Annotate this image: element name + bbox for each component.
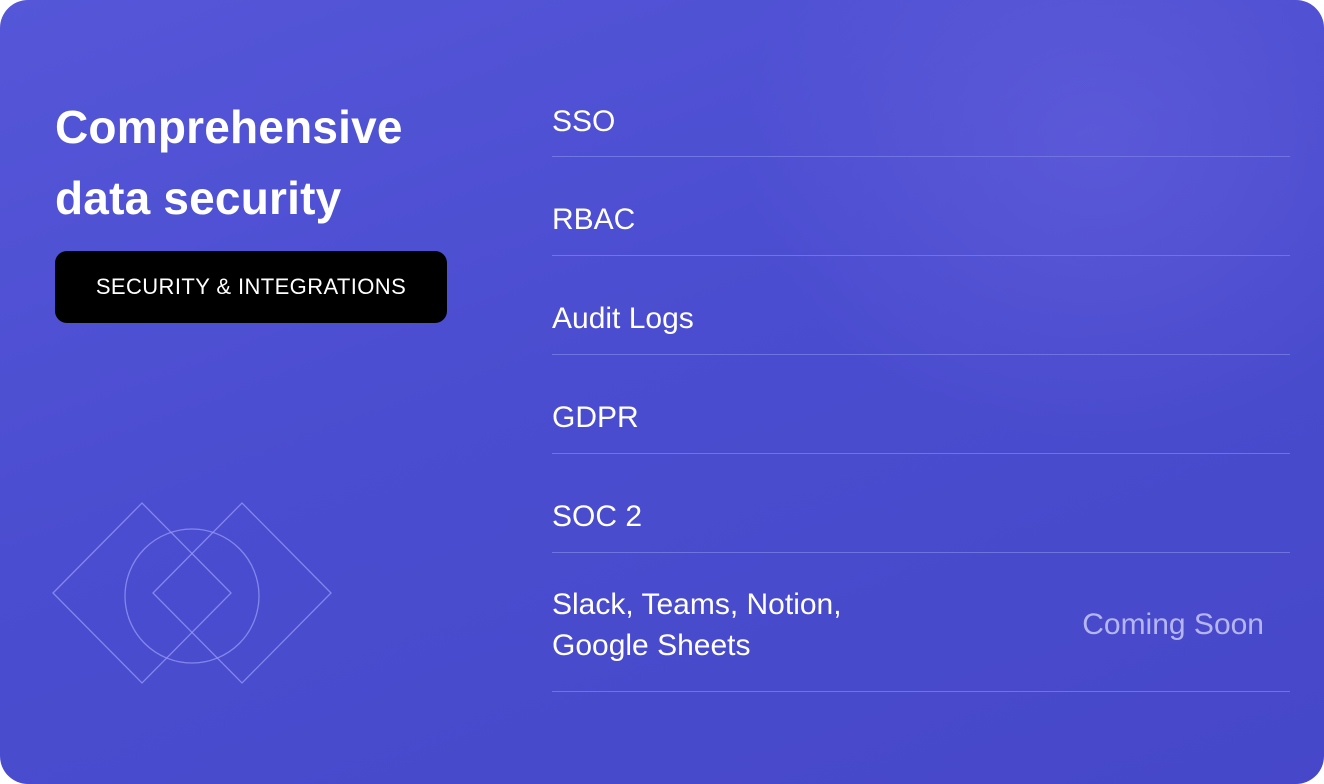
page-title: Comprehensive data security — [55, 101, 403, 224]
feature-label: SSO — [552, 105, 616, 138]
list-item: Slack, Teams, Notion, Google Sheets Comi… — [552, 553, 1290, 692]
status-badge: Coming Soon — [1082, 608, 1264, 641]
feature-list: SSO RBAC Audit Logs GDPR SOC 2 Slack, Te… — [552, 91, 1290, 692]
feature-label: GDPR — [552, 400, 639, 434]
list-item: Audit Logs — [552, 256, 1290, 355]
list-item: SSO — [552, 91, 1290, 157]
list-item: SOC 2 — [552, 454, 1290, 553]
feature-label: Audit Logs — [552, 301, 694, 335]
feature-label: SOC 2 — [552, 499, 643, 533]
feature-label: Slack, Teams, Notion, Google Sheets — [552, 588, 842, 662]
center-circle-shape — [124, 528, 260, 664]
list-item: GDPR — [552, 355, 1290, 454]
list-item: RBAC — [552, 157, 1290, 256]
category-badge: SECURITY & INTEGRATIONS — [55, 251, 447, 323]
diamond-circle-outline-icon — [52, 502, 332, 684]
feature-label: RBAC — [552, 202, 636, 236]
security-card: Comprehensive data security SECURITY & I… — [0, 0, 1324, 784]
